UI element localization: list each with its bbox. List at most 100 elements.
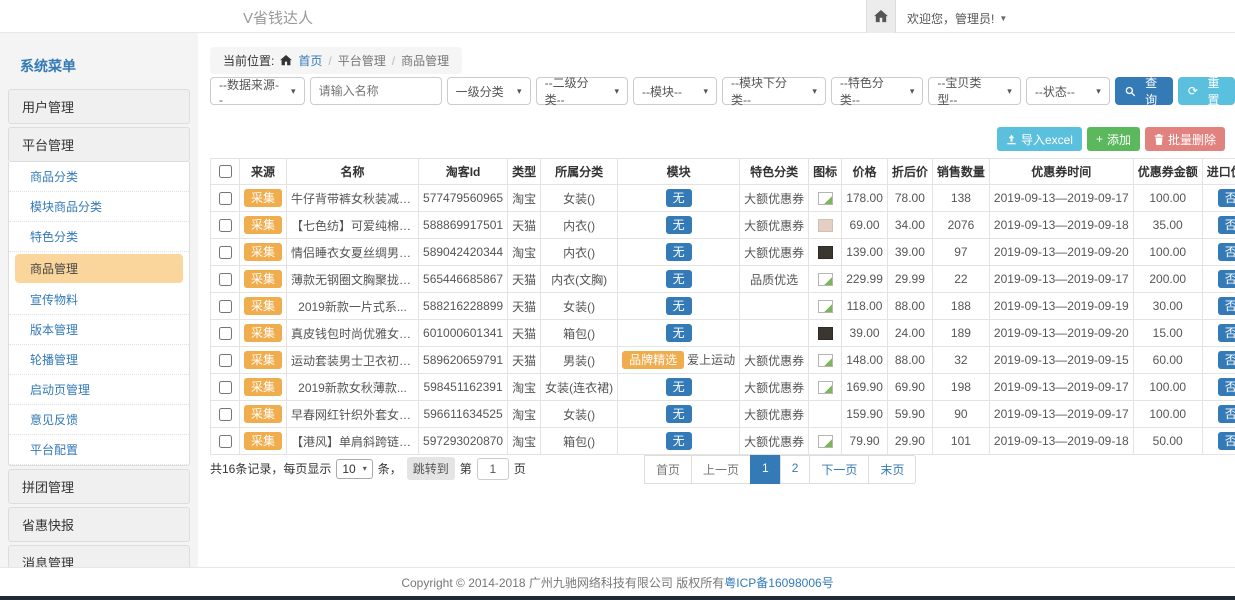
imported-toggle[interactable]: 否 [1218, 405, 1235, 423]
feature-category [740, 293, 809, 320]
page-number-input[interactable] [477, 458, 509, 480]
price: 79.90 [842, 428, 888, 455]
sidebar-item[interactable]: 版本管理 [9, 315, 189, 345]
page-button[interactable]: 首页 [644, 455, 692, 484]
filter-select[interactable]: --模块-- ▾ [633, 77, 717, 105]
filter-select[interactable]: --二级分类-- ▾ [536, 77, 628, 105]
taoke-id: 588216228899 [419, 293, 508, 320]
row-checkbox[interactable] [219, 381, 232, 394]
sidebar-item[interactable]: 商品管理 [15, 254, 183, 283]
breadcrumb-home-link[interactable]: 首页 [298, 52, 322, 69]
icp-link[interactable]: 粤ICP备16098006号 [724, 574, 833, 591]
module-badge: 无 [666, 270, 692, 288]
row-checkbox[interactable] [219, 327, 232, 340]
imported-toggle[interactable]: 否 [1218, 270, 1235, 288]
module-cell: 无 [618, 428, 740, 455]
select-caret-icon: ▾ [517, 86, 522, 97]
row-checkbox[interactable] [219, 273, 232, 286]
filter-select[interactable]: --宝贝类型-- ▾ [928, 77, 1020, 105]
imported-toggle[interactable]: 否 [1218, 243, 1235, 261]
sidebar-item[interactable]: 意见反馈 [9, 405, 189, 435]
imported-toggle[interactable]: 否 [1218, 297, 1235, 315]
source-badge: 采集 [244, 297, 282, 315]
imported-toggle[interactable]: 否 [1218, 216, 1235, 234]
sidebar-item[interactable]: 宣传物料 [9, 285, 189, 315]
sidebar-group-platform[interactable]: 平台管理 [8, 127, 190, 162]
import-excel-button[interactable]: 导入excel [997, 127, 1082, 151]
pagination-summary: 共16条记录，每页显示 10 ▾ 条， 跳转到 第 页 [210, 457, 526, 480]
user-menu[interactable]: 欢迎您，管理员! ▼ [907, 10, 1007, 27]
imported-toggle[interactable]: 否 [1218, 351, 1235, 369]
sidebar-item[interactable]: 平台配置 [9, 435, 189, 465]
reset-button[interactable]: ⟳ 重置 [1178, 77, 1235, 105]
page-button[interactable]: 下一页 [809, 455, 869, 484]
imported-toggle[interactable]: 否 [1218, 324, 1235, 342]
home-button[interactable] [866, 0, 896, 33]
module-cell: 无 [618, 374, 740, 401]
discount-price: 34.00 [887, 212, 932, 239]
feature-category: 大额优惠券 [740, 212, 809, 239]
name-search-input[interactable] [310, 77, 442, 105]
row-checkbox[interactable] [219, 435, 232, 448]
filter-select[interactable]: --模块下分类-- ▾ [722, 77, 826, 105]
row-checkbox[interactable] [219, 246, 232, 259]
module-badge: 无 [666, 243, 692, 261]
sidebar-group[interactable]: 拼团管理 [8, 469, 190, 504]
jump-button[interactable]: 跳转到 [407, 457, 455, 480]
imported-toggle[interactable]: 否 [1218, 432, 1235, 450]
row-checkbox[interactable] [219, 354, 232, 367]
column-header: 来源 [240, 159, 287, 185]
data-source-select[interactable]: --数据来源-- ▾ [210, 77, 305, 105]
bulk-delete-button[interactable]: 批量删除 [1145, 127, 1225, 151]
sidebar-group[interactable]: 省惠快报 [8, 507, 190, 542]
source-badge: 采集 [244, 324, 282, 342]
sidebar-item[interactable]: 模块商品分类 [9, 192, 189, 222]
product-name: 真皮钱包时尚优雅女士... [287, 320, 419, 347]
product-type: 淘宝 [508, 428, 541, 455]
row-checkbox[interactable] [219, 408, 232, 421]
table-header-row: 来源名称淘客Id类型所属分类模块特色分类图标价格折后价销售数量优惠券时间优惠券金… [211, 159, 1235, 185]
sidebar-item[interactable]: 轮播管理 [9, 345, 189, 375]
row-checkbox[interactable] [219, 300, 232, 313]
sidebar-group-users[interactable]: 用户管理 [8, 89, 190, 124]
feature-category: 大额优惠券 [740, 428, 809, 455]
thumbnail-image [818, 246, 833, 259]
coupon-time: 2019-09-13—2019-09-15 [989, 347, 1133, 374]
imported-toggle[interactable]: 否 [1218, 378, 1235, 396]
sidebar-item[interactable]: 启动页管理 [9, 375, 189, 405]
select-caret-icon: ▾ [812, 86, 817, 97]
search-button[interactable]: 查询 [1115, 77, 1173, 105]
column-header: 销售数量 [932, 159, 989, 185]
module-cell: 无 [618, 239, 740, 266]
coupon-amount: 35.00 [1133, 212, 1202, 239]
page-button[interactable]: 上一页 [691, 455, 751, 484]
filter-select[interactable]: 一级分类 ▾ [447, 77, 531, 105]
caret-down-icon: ▼ [999, 14, 1007, 23]
price: 139.00 [842, 239, 888, 266]
column-header: 折后价 [887, 159, 932, 185]
bottom-edge-bar [0, 596, 1235, 600]
imported-toggle[interactable]: 否 [1218, 189, 1235, 207]
source-badge: 采集 [244, 351, 282, 369]
module-cell: 无 [618, 185, 740, 212]
add-button[interactable]: + 添加 [1087, 127, 1140, 151]
thumbnail-cell [809, 320, 842, 347]
thumbnail-cell [809, 347, 842, 374]
row-checkbox[interactable] [219, 219, 232, 232]
table-row: 采集 【港风】单肩斜跨链条... 597293020870 淘宝 箱包() 无 … [211, 428, 1235, 455]
sidebar-item[interactable]: 特色分类 [9, 222, 189, 252]
page-button[interactable]: 1 [750, 455, 781, 484]
sidebar-group[interactable]: 消息管理 [8, 545, 190, 567]
filter-select[interactable]: --特色分类-- ▾ [831, 77, 923, 105]
discount-price: 69.90 [887, 374, 932, 401]
filter-select[interactable]: --状态-- ▾ [1026, 77, 1110, 105]
page-button[interactable]: 2 [780, 455, 811, 484]
taoke-id: 589620659791 [419, 347, 508, 374]
sidebar-item[interactable]: 商品分类 [9, 162, 189, 192]
row-checkbox[interactable] [219, 192, 232, 205]
page-button[interactable]: 末页 [868, 455, 916, 484]
select-caret-icon: ▾ [363, 464, 367, 473]
column-header: 所属分类 [541, 159, 618, 185]
per-page-select[interactable]: 10 ▾ [336, 459, 372, 479]
select-all-checkbox[interactable] [219, 165, 232, 178]
